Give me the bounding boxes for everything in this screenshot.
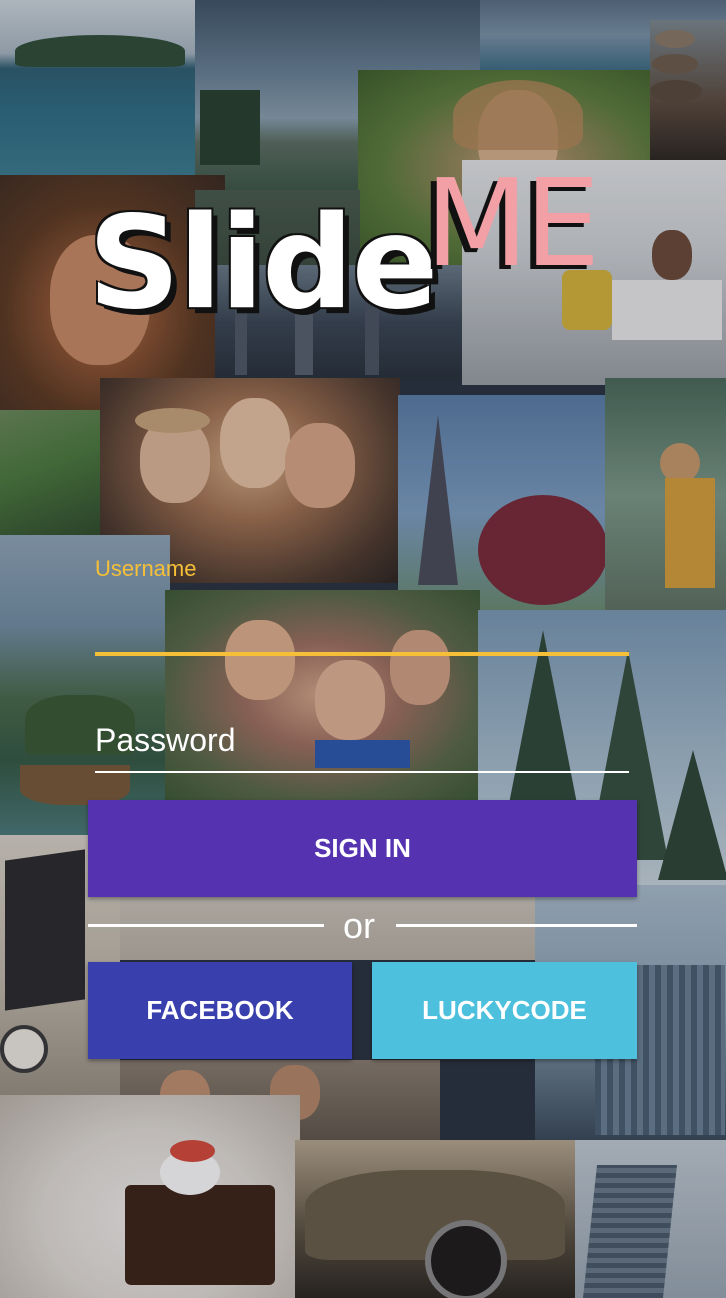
login-screen: Slide ME Username Password SIGN IN or FA…: [0, 0, 726, 1298]
or-label: or: [343, 905, 376, 946]
logo-text-slide: Slide: [88, 189, 438, 338]
facebook-button[interactable]: FACEBOOK: [88, 962, 352, 1059]
username-underline: [95, 652, 629, 656]
luckycode-button[interactable]: LUCKYCODE: [372, 962, 637, 1059]
sign-in-button[interactable]: SIGN IN: [88, 800, 637, 897]
password-field[interactable]: Password: [95, 718, 629, 778]
username-input[interactable]: [95, 596, 629, 646]
password-underline: [95, 771, 629, 773]
facebook-label: FACEBOOK: [146, 995, 294, 1025]
logo-text-me: ME: [425, 155, 600, 294]
luckycode-label: LUCKYCODE: [422, 995, 587, 1025]
sign-in-label: SIGN IN: [314, 833, 411, 863]
password-input[interactable]: [95, 718, 629, 766]
username-field[interactable]: Username: [95, 556, 629, 660]
or-divider-line-right: [396, 924, 637, 927]
username-label: Username: [95, 556, 197, 581]
or-divider-line-left: [88, 924, 324, 927]
